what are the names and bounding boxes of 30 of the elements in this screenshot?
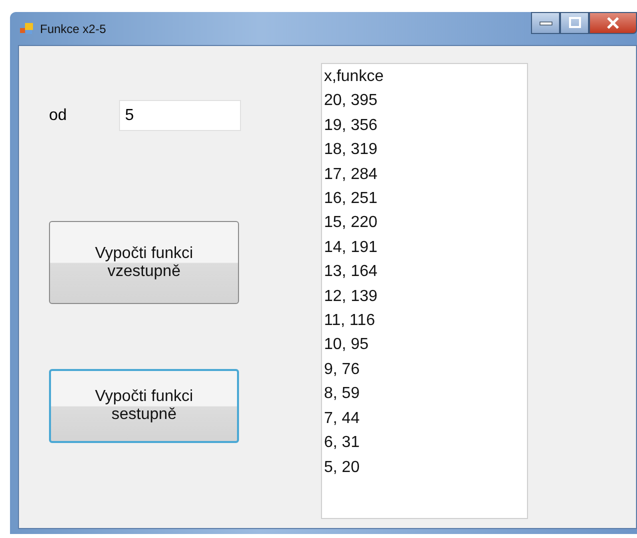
list-item[interactable]: 8, 59 [324,382,525,407]
list-item[interactable]: 6, 31 [324,431,525,456]
list-item[interactable]: 15, 220 [324,211,525,236]
list-item[interactable]: 9, 76 [324,358,525,382]
list-item[interactable]: 5, 20 [324,456,525,480]
list-item[interactable]: 13, 164 [324,260,525,285]
compute-button[interactable]: Vypočti funkci sestupně [49,369,239,443]
list-item[interactable]: 10, 95 [324,333,525,358]
input-field[interactable]: 5 [119,100,241,131]
maximize-icon [568,17,582,29]
compute-button[interactable]: Vypočti funkci vzestupně [49,221,239,304]
list-item[interactable]: 19, 356 [324,114,525,138]
app-icon [20,22,34,34]
field-label: od [49,106,68,124]
list-item[interactable]: 17, 284 [324,162,525,188]
close-button[interactable] [589,12,637,34]
close-icon [605,17,621,29]
list-item[interactable]: 7, 44 [324,406,525,432]
list-item[interactable]: 18, 319 [324,138,525,163]
window-title: Funkce x2-5 [40,22,106,36]
list-item[interactable]: 16, 251 [324,187,525,212]
list-item[interactable]: x,funkce [324,65,525,90]
list-item[interactable]: 14, 191 [324,236,525,260]
list-box[interactable]: x,funkce 20, 395 19, 356 18, 319 17, 284 16, 251 15, 220 14, 191 13, 164 12, 139 11, 116 10, 95 9, 76 8, 59 7, 44 6, 31 5, 20 [321,63,528,519]
minimize-button[interactable] [531,12,560,34]
maximize-button[interactable] [560,12,589,34]
list-item[interactable]: 20, 395 [324,89,525,114]
list-item[interactable]: 12, 139 [324,284,525,310]
list-item[interactable]: 11, 116 [324,309,525,334]
minimize-icon [538,20,552,26]
